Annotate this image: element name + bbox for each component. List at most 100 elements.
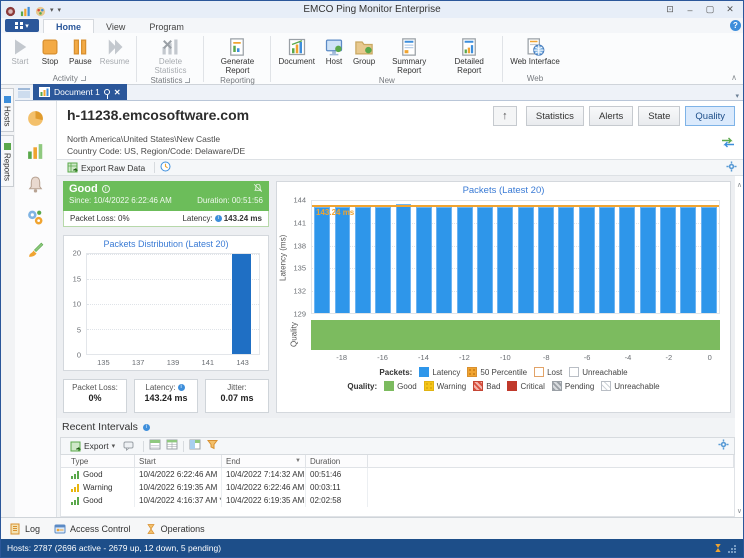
summary-report-button[interactable]: Summary Report	[379, 35, 439, 76]
pause-button[interactable]: Pause	[65, 35, 96, 72]
help-icon[interactable]: ?	[730, 20, 741, 31]
table-header-row: Type Start End▼ Duration	[61, 455, 734, 468]
close-button[interactable]: ✕	[721, 3, 739, 16]
ribbon-options-icon[interactable]: ⊡	[661, 3, 679, 16]
collapse-ribbon-icon[interactable]: ∧	[731, 73, 737, 82]
latency-swatch	[419, 367, 429, 377]
bottom-tab-log[interactable]: Log	[9, 523, 40, 535]
web-interface-button[interactable]: Web Interface	[506, 35, 564, 72]
latency-bar[interactable]	[619, 207, 635, 313]
latency-bar[interactable]	[701, 207, 717, 313]
column-header-duration[interactable]: Duration	[306, 455, 368, 467]
table-row[interactable]: Warning10/4/2022 6:19:35 AM10/4/2022 6:2…	[61, 481, 734, 494]
band-view-icon[interactable]	[149, 437, 161, 455]
new-group-button[interactable]: Group	[349, 35, 379, 76]
latency-bar[interactable]	[599, 207, 615, 313]
metric-info-icon[interactable]: i	[178, 384, 185, 391]
minimize-button[interactable]: –	[681, 3, 699, 16]
maximize-button[interactable]: ▢	[701, 3, 719, 16]
status-info-icon[interactable]: i	[102, 185, 110, 193]
new-document-button[interactable]: Document	[274, 35, 318, 76]
column-chooser-icon[interactable]	[189, 437, 201, 455]
latency-bar[interactable]	[680, 207, 696, 313]
tab-program[interactable]: Program	[137, 20, 196, 33]
mute-alerts-icon[interactable]	[253, 183, 263, 195]
legend-label: Unreachable	[582, 368, 627, 377]
resume-button[interactable]: Resume	[96, 35, 134, 72]
column-header-type[interactable]: Type	[61, 455, 135, 467]
view-button-statistics[interactable]: Statistics	[526, 106, 584, 126]
column-header-end[interactable]: End▼	[222, 455, 306, 467]
ribbon-group-statistics: Delete Statistics Statistics	[138, 34, 202, 84]
grid-view-icon[interactable]	[166, 437, 178, 455]
quality-settings-gear-icon[interactable]	[726, 159, 737, 177]
table-row[interactable]: Good10/4/2022 6:22:46 AM10/4/2022 7:14:3…	[61, 468, 734, 481]
activity-dialog-launcher-icon[interactable]	[81, 76, 86, 81]
new-host-button[interactable]: Host	[319, 35, 349, 76]
time-range-icon[interactable]	[160, 159, 171, 177]
refresh-icon[interactable]	[721, 135, 735, 153]
generate-report-button[interactable]: Generate Report	[207, 35, 267, 76]
latency-bar[interactable]	[416, 207, 432, 313]
latency-bar[interactable]	[396, 204, 412, 313]
x-tick-label: -2	[666, 353, 673, 362]
statistics-dialog-launcher-icon[interactable]	[185, 78, 190, 83]
sidebar-tab-reports[interactable]: Reports	[1, 135, 14, 187]
sidebar-tab-hosts[interactable]: Hosts	[1, 88, 14, 132]
table-row[interactable]: Good10/4/2022 4:16:37 AM *10/4/2022 6:19…	[61, 494, 734, 507]
bottom-tab-access-control[interactable]: Access Control	[54, 523, 131, 535]
latency-bar[interactable]	[457, 207, 473, 313]
recent-intervals-info-icon[interactable]: i	[143, 424, 150, 431]
latency-bar[interactable]	[477, 207, 493, 313]
latency-info-icon[interactable]: i	[215, 215, 222, 222]
detailed-report-button[interactable]: Detailed Report	[439, 35, 499, 76]
latency-bar[interactable]	[660, 207, 676, 313]
latency-bar[interactable]	[335, 207, 351, 313]
comment-icon[interactable]	[119, 440, 138, 452]
latency-bar[interactable]	[518, 207, 534, 313]
bottom-tab-operations[interactable]: Operations	[145, 523, 205, 535]
intervals-settings-gear-icon[interactable]	[718, 437, 729, 455]
distribution-bar[interactable]	[232, 254, 251, 354]
close-tab-icon[interactable]: ✕	[114, 88, 121, 97]
x-tick-label: 139	[167, 358, 180, 367]
customize-brush-icon[interactable]	[26, 241, 45, 260]
up-arrow-button[interactable]: ↑	[493, 106, 517, 126]
tab-home[interactable]: Home	[43, 19, 94, 33]
app-menu-button[interactable]: ▾	[5, 19, 39, 32]
view-button-quality[interactable]: Quality	[685, 106, 735, 126]
overview-pie-icon[interactable]	[26, 109, 45, 128]
latency-bar[interactable]	[497, 207, 513, 313]
latency-bar[interactable]	[640, 207, 656, 313]
latency-bar[interactable]	[375, 207, 391, 313]
view-button-alerts[interactable]: Alerts	[589, 106, 633, 126]
intervals-export-button[interactable]: Export▾	[66, 440, 119, 453]
statistics-bars-icon[interactable]	[26, 142, 45, 161]
stop-button[interactable]: Stop	[35, 35, 65, 72]
pin-tab-icon[interactable]	[104, 89, 110, 95]
tab-list-caret-icon[interactable]: ▾	[735, 92, 739, 100]
delete-statistics-button[interactable]: Delete Statistics	[140, 35, 200, 76]
filter-icon[interactable]	[207, 437, 218, 455]
column-header-start[interactable]: Start	[135, 455, 222, 467]
alerts-bell-icon[interactable]	[26, 175, 45, 194]
latency-bar[interactable]	[538, 207, 554, 313]
latency-bar[interactable]	[436, 207, 452, 313]
scroll-up-icon[interactable]: ∧	[737, 181, 742, 189]
services-icon[interactable]	[26, 208, 45, 227]
resume-icon	[105, 37, 125, 57]
start-button[interactable]: Start	[5, 35, 35, 72]
latency-bar[interactable]	[579, 207, 595, 313]
export-raw-data-button[interactable]: Export Raw Data	[63, 161, 149, 174]
latency-bar[interactable]	[355, 207, 371, 313]
legend-item-bad: Bad	[473, 381, 500, 391]
view-button-state[interactable]: State	[638, 106, 680, 126]
resize-grip[interactable]	[728, 544, 737, 553]
latency-bar[interactable]	[314, 207, 330, 313]
tab-view[interactable]: View	[94, 20, 137, 33]
latency-bar[interactable]	[558, 207, 574, 313]
document-tab[interactable]: Document 1 ✕	[33, 84, 127, 100]
scroll-down-icon[interactable]: ∨	[737, 507, 742, 515]
hosts-view-icon[interactable]	[18, 88, 30, 98]
y-tick-label: 138	[293, 241, 306, 250]
